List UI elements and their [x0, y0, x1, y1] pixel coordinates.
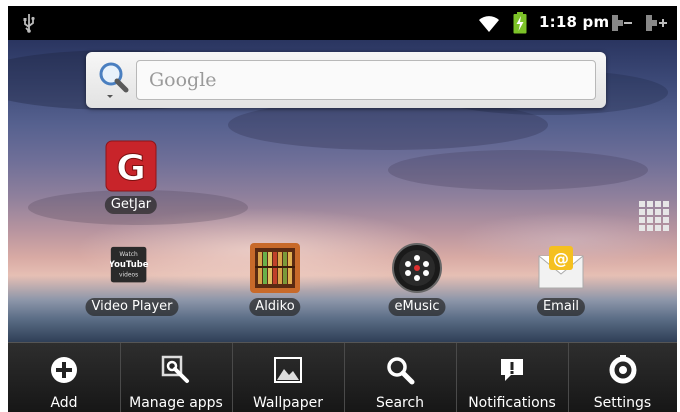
app-emusic[interactable]: eMusic	[384, 242, 450, 322]
wifi-icon	[479, 16, 499, 32]
menu-label: Notifications	[468, 395, 556, 411]
volume-down-icon[interactable]	[611, 14, 633, 32]
app-label: Aldiko	[249, 298, 301, 316]
youtube-icon: Watch YouTube videos	[110, 246, 149, 283]
menu-label: Settings	[593, 395, 652, 411]
search-icon[interactable]	[96, 60, 132, 100]
settings-icon	[609, 355, 636, 384]
menu-item-settings[interactable]: Settings	[568, 343, 677, 412]
app-label: Video Player	[85, 298, 179, 316]
app-getjar[interactable]: G GetJar	[98, 140, 164, 220]
menu-label: Search	[375, 395, 425, 411]
app-grid-icon[interactable]	[638, 199, 672, 235]
search-icon	[387, 357, 415, 385]
bookshelf-icon	[250, 243, 300, 293]
youtube-brand-text: YouTube	[110, 259, 149, 269]
status-time: 1:18 pm	[539, 13, 610, 31]
battery-charging-icon	[513, 12, 527, 34]
options-menu: Add Manage apps Wallpaper Search Notific…	[8, 342, 677, 412]
app-label: Email	[536, 298, 586, 316]
google-search-widget[interactable]: Google	[86, 52, 606, 108]
envelope-icon: @	[538, 246, 584, 289]
status-bar: 1:18 pm	[8, 6, 677, 40]
search-placeholder: Google	[149, 69, 217, 91]
menu-item-notifications[interactable]: Notifications	[456, 343, 569, 412]
app-label: GetJar	[104, 196, 158, 214]
menu-item-manage-apps[interactable]: Manage apps	[120, 343, 233, 412]
add-icon	[51, 357, 77, 383]
app-video-player[interactable]: Watch YouTube videos Video Player	[84, 242, 180, 322]
svg-text:@: @	[553, 249, 569, 268]
app-aldiko[interactable]: Aldiko	[242, 242, 308, 322]
menu-label: Manage apps	[129, 395, 223, 411]
wallpaper-icon	[274, 357, 302, 383]
svg-text:G: G	[116, 148, 146, 189]
menu-label: Wallpaper	[252, 395, 324, 411]
app-email[interactable]: @ Email	[528, 242, 594, 322]
manage-apps-icon	[161, 355, 189, 383]
volume-up-icon[interactable]	[645, 14, 669, 32]
notification-icon	[501, 359, 523, 381]
youtube-videos-text: videos	[119, 272, 138, 278]
emusic-icon	[392, 243, 442, 293]
menu-label: Add	[50, 395, 78, 411]
app-label: eMusic	[388, 298, 446, 316]
menu-item-wallpaper[interactable]: Wallpaper	[232, 343, 345, 412]
menu-item-add[interactable]: Add	[8, 343, 121, 412]
menu-item-search[interactable]: Search	[344, 343, 457, 412]
android-screen: 1:18 pm Google G GetJar Watch YouTube vi…	[8, 6, 677, 412]
youtube-watch-text: Watch	[119, 252, 138, 258]
usb-icon	[23, 14, 35, 33]
search-input[interactable]: Google	[136, 60, 596, 100]
getjar-icon: G	[105, 140, 157, 192]
home-screen-wallpaper: Google G GetJar Watch YouTube videos Vid…	[8, 40, 677, 342]
